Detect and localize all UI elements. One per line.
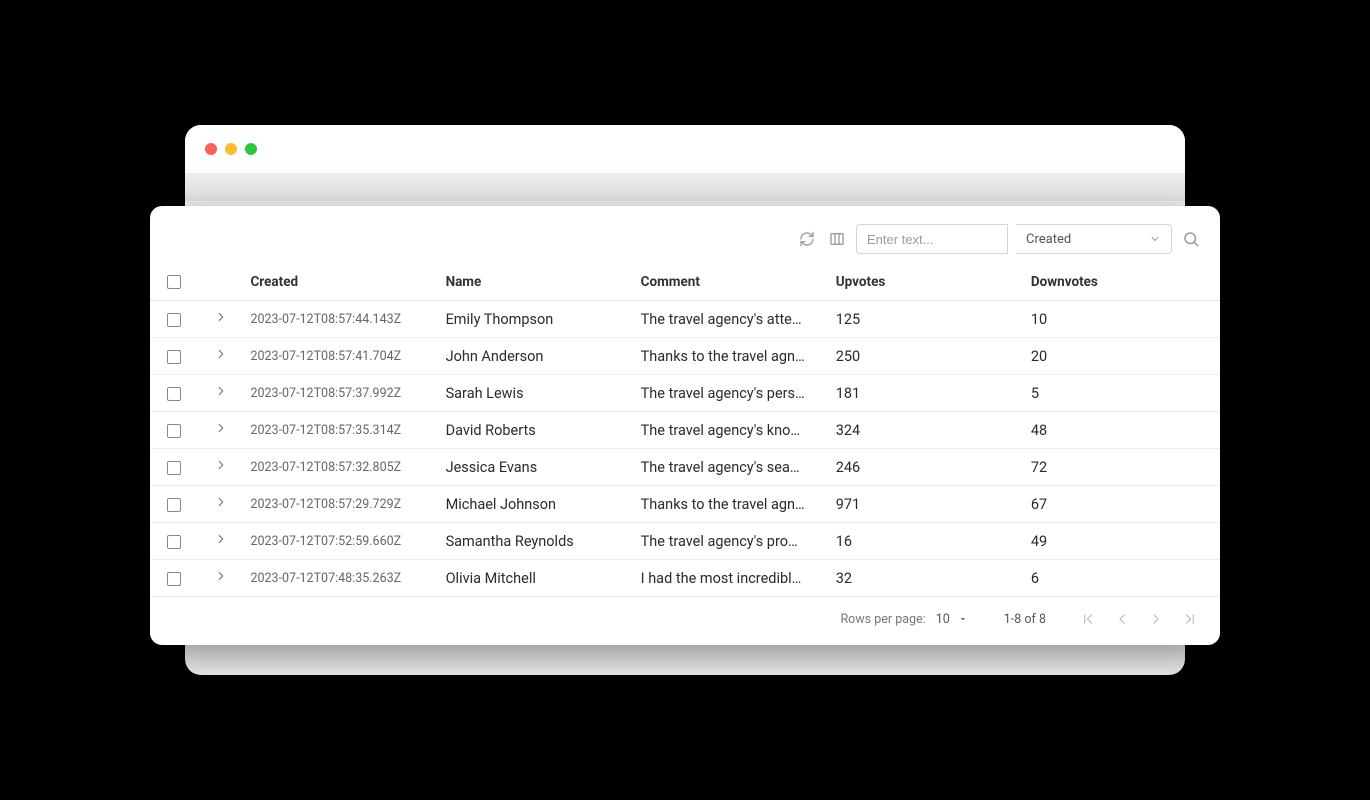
pagination-bar: Rows per page: 10 1-8 of 8 [150, 597, 1220, 645]
column-header-comment[interactable]: Comment [635, 266, 830, 301]
pagination-range: 1-8 of 8 [1004, 612, 1046, 627]
table-row[interactable]: 2023-07-12T08:57:29.729ZMichael JohnsonT… [150, 486, 1220, 523]
refresh-icon[interactable] [796, 228, 818, 250]
column-header-name[interactable]: Name [440, 266, 635, 301]
chevron-down-icon [1149, 233, 1161, 245]
cell-name: Emily Thompson [440, 301, 635, 338]
cell-name: David Roberts [440, 412, 635, 449]
column-header-upvotes[interactable]: Upvotes [830, 266, 1025, 301]
cell-name: Sarah Lewis [440, 375, 635, 412]
expand-row-icon[interactable] [214, 347, 228, 361]
row-checkbox[interactable] [167, 461, 181, 475]
table-row[interactable]: 2023-07-12T08:57:35.314ZDavid RobertsThe… [150, 412, 1220, 449]
cell-created: 2023-07-12T08:57:44.143Z [244, 301, 439, 338]
search-icon[interactable] [1180, 228, 1202, 250]
cell-downvotes: 20 [1025, 338, 1220, 375]
cell-downvotes: 10 [1025, 301, 1220, 338]
cell-comment: The travel agency's pro… [635, 523, 830, 560]
cell-name: John Anderson [440, 338, 635, 375]
window-minimize-dot[interactable] [225, 143, 237, 155]
rows-per-page-select[interactable]: 10 [936, 612, 968, 627]
cell-comment: Thanks to the travel agn… [635, 338, 830, 375]
cell-comment: The travel agency's pers… [635, 375, 830, 412]
cell-comment: Thanks to the travel agn… [635, 486, 830, 523]
table-toolbar: Created [150, 224, 1220, 266]
table-row[interactable]: 2023-07-12T08:57:44.143ZEmily ThompsonTh… [150, 301, 1220, 338]
cell-comment: The travel agency's atte… [635, 301, 830, 338]
cell-created: 2023-07-12T07:48:35.263Z [244, 560, 439, 597]
cell-upvotes: 250 [830, 338, 1025, 375]
row-checkbox[interactable] [167, 313, 181, 327]
data-table-card: Created Created Name Comment Upvotes Dow… [150, 206, 1220, 645]
expand-row-icon[interactable] [214, 532, 228, 546]
expand-row-icon[interactable] [214, 569, 228, 583]
cell-name: Olivia Mitchell [440, 560, 635, 597]
cell-upvotes: 971 [830, 486, 1025, 523]
search-input[interactable] [856, 224, 1008, 254]
rows-per-page-value: 10 [936, 612, 950, 627]
table-row[interactable]: 2023-07-12T08:57:41.704ZJohn AndersonTha… [150, 338, 1220, 375]
column-header-created[interactable]: Created [244, 266, 439, 301]
row-checkbox[interactable] [167, 572, 181, 586]
table-row[interactable]: 2023-07-12T07:48:35.263ZOlivia MitchellI… [150, 560, 1220, 597]
row-checkbox[interactable] [167, 424, 181, 438]
expand-row-icon[interactable] [214, 495, 228, 509]
cell-created: 2023-07-12T07:52:59.660Z [244, 523, 439, 560]
page-last-icon[interactable] [1182, 611, 1198, 627]
page-prev-icon[interactable] [1114, 611, 1130, 627]
expand-row-icon[interactable] [214, 384, 228, 398]
cell-upvotes: 246 [830, 449, 1025, 486]
filter-column-label: Created [1026, 232, 1071, 247]
page-next-icon[interactable] [1148, 611, 1164, 627]
cell-downvotes: 5 [1025, 375, 1220, 412]
table-header-row: Created Name Comment Upvotes Downvotes [150, 266, 1220, 301]
cell-upvotes: 16 [830, 523, 1025, 560]
cell-created: 2023-07-12T08:57:29.729Z [244, 486, 439, 523]
expand-row-icon[interactable] [214, 310, 228, 324]
table-row[interactable]: 2023-07-12T07:52:59.660ZSamantha Reynold… [150, 523, 1220, 560]
window-toolbar-strip [185, 173, 1185, 201]
table-row[interactable]: 2023-07-12T08:57:32.805ZJessica EvansThe… [150, 449, 1220, 486]
cell-name: Samantha Reynolds [440, 523, 635, 560]
cell-upvotes: 125 [830, 301, 1025, 338]
expand-row-icon[interactable] [214, 458, 228, 472]
cell-downvotes: 6 [1025, 560, 1220, 597]
select-all-checkbox[interactable] [167, 275, 181, 289]
cell-upvotes: 324 [830, 412, 1025, 449]
row-checkbox[interactable] [167, 350, 181, 364]
pagination-nav [1080, 611, 1198, 627]
cell-name: Jessica Evans [440, 449, 635, 486]
cell-upvotes: 181 [830, 375, 1025, 412]
rows-per-page-label: Rows per page: [840, 612, 925, 627]
cell-downvotes: 72 [1025, 449, 1220, 486]
window-close-dot[interactable] [205, 143, 217, 155]
cell-downvotes: 49 [1025, 523, 1220, 560]
cell-comment: The travel agency's kno… [635, 412, 830, 449]
row-checkbox[interactable] [167, 498, 181, 512]
cell-downvotes: 67 [1025, 486, 1220, 523]
columns-icon[interactable] [826, 228, 848, 250]
cell-created: 2023-07-12T08:57:32.805Z [244, 449, 439, 486]
window-traffic-lights [205, 143, 257, 155]
row-checkbox[interactable] [167, 387, 181, 401]
column-header-downvotes[interactable]: Downvotes [1025, 266, 1220, 301]
rows-per-page-group: Rows per page: 10 [840, 612, 967, 627]
cell-created: 2023-07-12T08:57:41.704Z [244, 338, 439, 375]
window-titlebar [185, 125, 1185, 173]
page-first-icon[interactable] [1080, 611, 1096, 627]
cell-comment: The travel agency's sea… [635, 449, 830, 486]
row-checkbox[interactable] [167, 535, 181, 549]
window-maximize-dot[interactable] [245, 143, 257, 155]
data-table: Created Name Comment Upvotes Downvotes 2… [150, 266, 1220, 597]
expand-row-icon[interactable] [214, 421, 228, 435]
cell-name: Michael Johnson [440, 486, 635, 523]
cell-comment: I had the most incredibl… [635, 560, 830, 597]
cell-downvotes: 48 [1025, 412, 1220, 449]
cell-created: 2023-07-12T08:57:37.992Z [244, 375, 439, 412]
filter-column-select[interactable]: Created [1016, 224, 1172, 254]
cell-created: 2023-07-12T08:57:35.314Z [244, 412, 439, 449]
table-row[interactable]: 2023-07-12T08:57:37.992ZSarah LewisThe t… [150, 375, 1220, 412]
cell-upvotes: 32 [830, 560, 1025, 597]
